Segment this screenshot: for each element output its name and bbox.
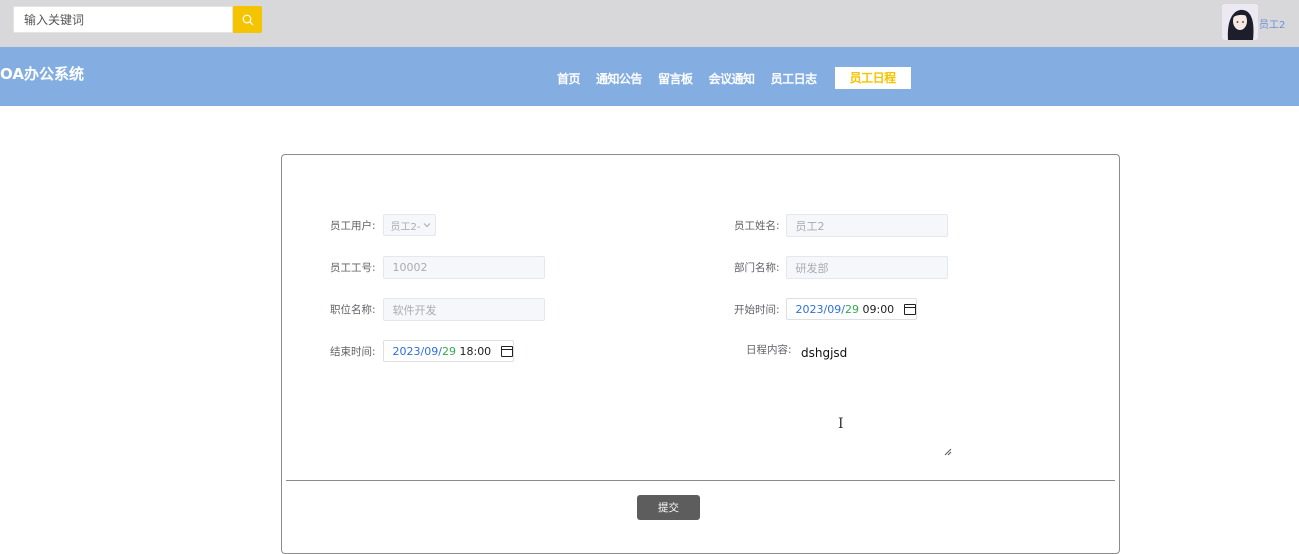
employee-number-field: 员工工号: 10002 bbox=[330, 256, 545, 279]
submit-button[interactable]: 提交 bbox=[637, 495, 700, 520]
nav-item-message-board[interactable]: 留言板 bbox=[658, 70, 693, 87]
schedule-form-card: 员工用户: 员工2- 员工姓名: 员工2 员工工号: 10002 部门名称: 研… bbox=[281, 154, 1120, 554]
search-button[interactable] bbox=[233, 6, 262, 33]
form-divider bbox=[286, 480, 1115, 481]
nav-item-home[interactable]: 首页 bbox=[557, 70, 581, 87]
brand-title: OA办公系统 bbox=[0, 65, 84, 83]
start-day: 29 bbox=[844, 302, 859, 316]
top-bar: 员工2 bbox=[0, 0, 1299, 47]
department-input[interactable]: 研发部 bbox=[785, 256, 948, 279]
start-time-input[interactable]: 2023/09/29 09:00 bbox=[785, 298, 917, 320]
employee-user-label: 员工用户: bbox=[330, 219, 376, 232]
content-textarea[interactable]: dshgjsd bbox=[801, 346, 961, 456]
end-day: 29 bbox=[441, 344, 456, 358]
nav-item-meetings[interactable]: 会议通知 bbox=[709, 70, 756, 87]
department-field: 部门名称: 研发部 bbox=[734, 256, 948, 279]
nav-item-announcements[interactable]: 通知公告 bbox=[596, 70, 643, 87]
start-time-field: 开始时间: 2023/09/29 09:00 bbox=[734, 298, 917, 320]
employee-user-field: 员工用户: 员工2- bbox=[330, 214, 436, 236]
end-year: 2023 bbox=[392, 344, 421, 358]
calendar-icon[interactable] bbox=[501, 345, 513, 357]
start-year: 2023 bbox=[795, 302, 824, 316]
employee-name-label: 员工姓名: bbox=[734, 220, 780, 232]
nav-item-work-log[interactable]: 员工日志 bbox=[771, 70, 818, 87]
employee-user-value: 员工2- bbox=[390, 221, 421, 233]
position-field: 职位名称: 软件开发 bbox=[330, 298, 545, 321]
chevron-down-icon bbox=[423, 223, 430, 228]
search-input[interactable] bbox=[14, 7, 232, 32]
resize-handle-icon[interactable] bbox=[944, 448, 952, 456]
avatar[interactable] bbox=[1222, 4, 1258, 40]
position-label: 职位名称: bbox=[330, 304, 376, 316]
calendar-icon[interactable] bbox=[904, 303, 916, 315]
end-month: 09 bbox=[424, 344, 439, 358]
content-label: 日程内容: bbox=[746, 344, 792, 356]
main-nav-bar: OA办公系统 首页 通知公告 留言板 会议通知 员工日志 员工日程 bbox=[0, 47, 1299, 106]
search-box bbox=[13, 6, 233, 33]
employee-name-input[interactable]: 员工2 bbox=[785, 214, 948, 237]
position-input[interactable]: 软件开发 bbox=[382, 298, 545, 321]
user-menu[interactable]: 员工2 bbox=[1222, 4, 1285, 40]
department-label: 部门名称: bbox=[734, 262, 780, 274]
employee-name-field: 员工姓名: 员工2 bbox=[734, 214, 948, 237]
nav-item-schedule[interactable]: 员工日程 bbox=[834, 67, 911, 89]
employee-number-input[interactable]: 10002 bbox=[382, 256, 545, 279]
search-icon bbox=[242, 14, 253, 25]
end-time-field: 结束时间: 2023/09/29 18:00 bbox=[330, 340, 514, 362]
end-time-label: 结束时间: bbox=[330, 345, 376, 358]
start-clock: 09:00 bbox=[862, 302, 895, 316]
content-field: 日程内容: bbox=[746, 342, 792, 357]
start-month: 09 bbox=[827, 302, 842, 316]
text-cursor-icon: I bbox=[838, 416, 844, 432]
start-time-label: 开始时间: bbox=[734, 303, 780, 316]
employee-user-select[interactable]: 员工2- bbox=[382, 214, 436, 236]
username-label[interactable]: 员工2 bbox=[1259, 16, 1285, 31]
end-time-input[interactable]: 2023/09/29 18:00 bbox=[382, 340, 514, 362]
end-clock: 18:00 bbox=[459, 344, 492, 358]
nav-menu: 首页 通知公告 留言板 会议通知 员工日志 员工日程 bbox=[557, 66, 911, 90]
employee-number-label: 员工工号: bbox=[330, 262, 376, 274]
